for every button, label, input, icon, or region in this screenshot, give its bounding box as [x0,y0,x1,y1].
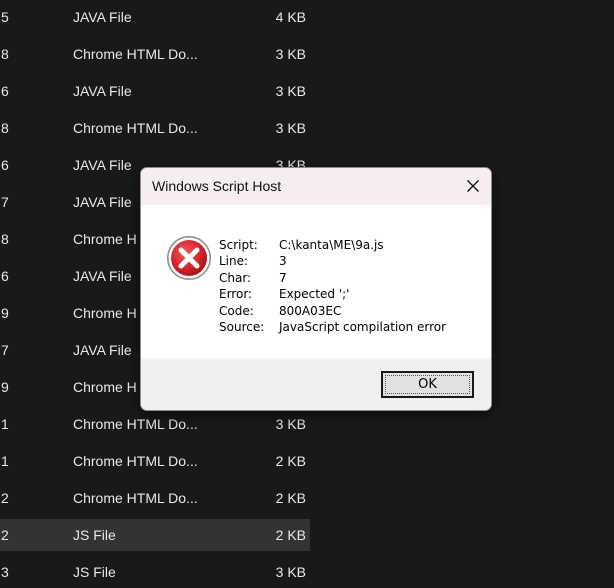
detail-label: Code: [219,303,254,318]
detail-value: JavaScript compilation error [279,319,447,334]
detail-value: 7 [279,270,287,285]
detail-value: Expected ';' [279,287,350,302]
file-row-number: 1 [1,453,9,469]
dialog-title: Windows Script Host [152,178,282,194]
file-size: 2 KB [275,490,306,506]
file-row[interactable]: 2 Chrome HTML Do... 2 KB [0,482,310,514]
file-size: 3 KB [275,83,306,99]
file-type: JS File [73,527,116,543]
close-icon[interactable] [465,178,481,194]
file-row-number: 8 [1,231,9,247]
file-size: 3 KB [275,120,306,136]
focus-ring [385,375,470,394]
file-type: Chrome HTML Do... [73,46,198,62]
detail-value: 3 [279,254,287,269]
file-type: Chrome H [73,305,137,321]
file-row-number: 6 [1,83,9,99]
file-row-number: 9 [1,305,9,321]
file-row-number: 8 [1,120,9,136]
file-type: Chrome H [73,231,137,247]
file-row-number: 9 [1,379,9,395]
file-size: 2 KB [275,527,306,543]
file-type: JAVA File [73,9,132,25]
dialog-content: Script: C:\kanta\ME\9a.js Line: 3 Char: 7 Erro… [141,205,491,359]
file-size: 3 KB [275,46,306,62]
file-row-number: 7 [1,342,9,358]
file-type: Chrome HTML Do... [73,416,198,432]
file-row-number: 1 [1,416,9,432]
file-type: Chrome H [73,379,137,395]
dialog-title-bar[interactable]: Windows Script Host [141,168,491,205]
file-row[interactable]: 8 Chrome HTML Do... 3 KB [0,112,310,144]
file-row-number: 8 [1,46,9,62]
file-type: Chrome HTML Do... [73,120,198,136]
file-size: 2 KB [275,453,306,469]
file-type: JAVA File [73,268,132,284]
file-row[interactable]: 2 JS File 2 KB [0,519,310,551]
file-type: Chrome HTML Do... [73,490,198,506]
detail-label: Source: [219,319,265,334]
file-type: Chrome HTML Do... [73,453,198,469]
script-host-dialog: Windows Script Host Script: C:\kanta\ME\9… [140,167,492,411]
file-size: 3 KB [275,416,306,432]
file-type: JAVA File [73,83,132,99]
detail-value: 800A03EC [279,303,342,318]
file-row-number: 2 [1,490,9,506]
detail-label: Char: [219,270,252,285]
file-type: JAVA File [73,194,132,210]
file-row[interactable]: 3 JS File 3 KB [0,556,310,588]
file-row-number: 6 [1,157,9,173]
file-type: JAVA File [73,157,132,173]
file-size: 4 KB [275,9,306,25]
file-row-number: 6 [1,268,9,284]
file-row-number: 5 [1,9,9,25]
file-row-number: 2 [1,527,9,543]
detail-label: Error: [219,287,253,302]
dialog-footer: OK [141,359,491,410]
file-row[interactable]: 1 Chrome HTML Do... 2 KB [0,445,310,477]
file-row-number: 7 [1,194,9,210]
detail-label: Script: [219,238,258,252]
file-row[interactable]: 5 JAVA File 4 KB [0,1,310,33]
error-icon [167,236,211,280]
file-row[interactable]: 6 JAVA File 3 KB [0,75,310,107]
file-type: JAVA File [73,342,132,358]
file-row[interactable]: 1 Chrome HTML Do... 3 KB [0,408,310,440]
detail-value: C:\kanta\ME\9a.js [279,238,384,252]
file-row[interactable]: 8 Chrome HTML Do... 3 KB [0,38,310,70]
ok-button[interactable]: OK [381,371,474,398]
detail-label: Line: [219,254,249,269]
